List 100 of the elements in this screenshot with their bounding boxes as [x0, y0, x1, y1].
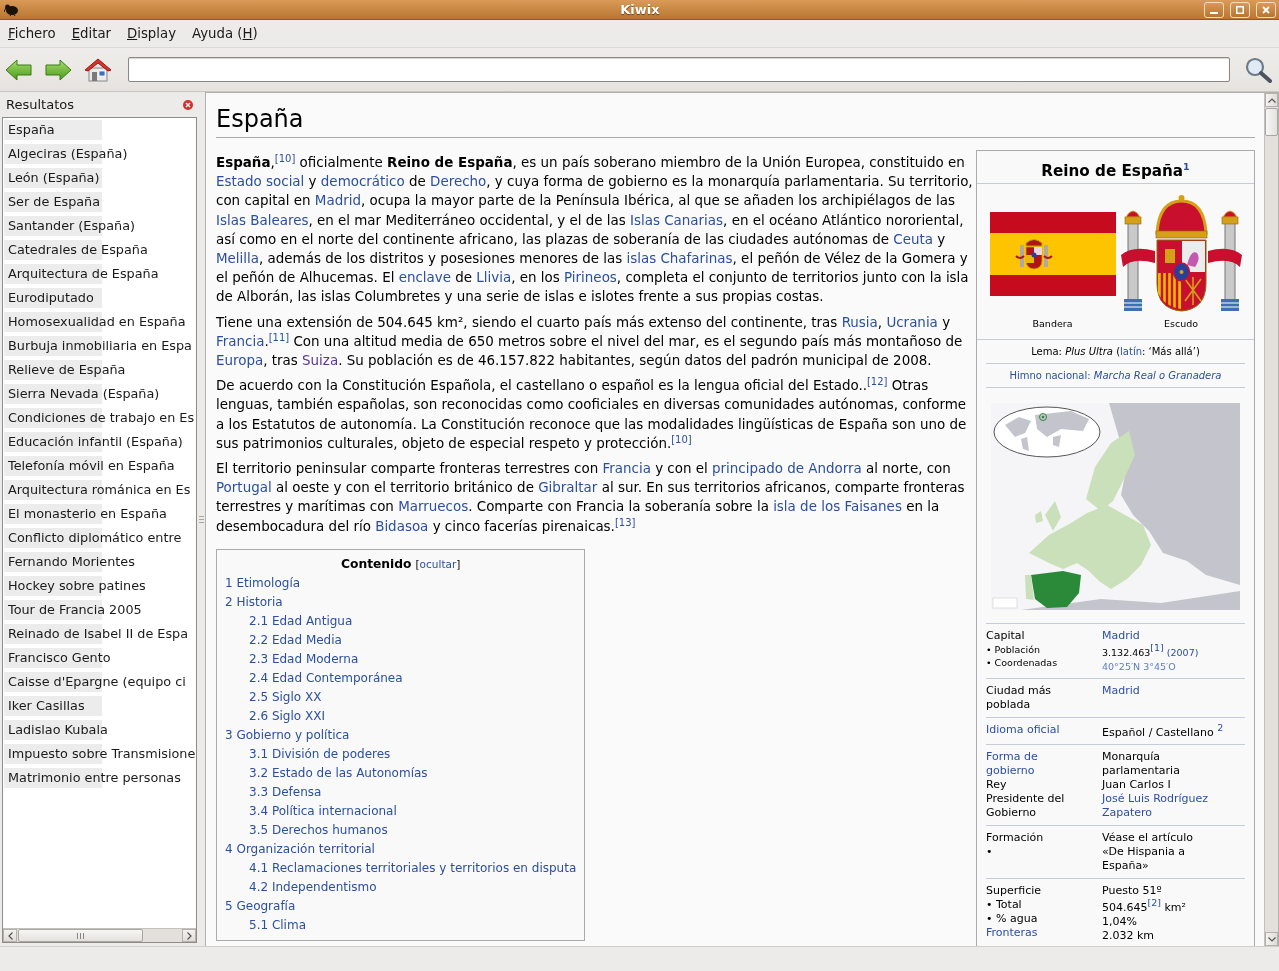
scroll-down-button[interactable] [1265, 932, 1278, 946]
toc-link[interactable]: 2.6 Siglo XXI [249, 706, 325, 726]
reference-link[interactable]: [2] [1147, 897, 1161, 909]
result-item[interactable]: Condiciones de trabajo en Es [3, 406, 196, 430]
infobox-value: Puesto 51º [1102, 884, 1163, 899]
toc-title: Contenido [ocultar] [339, 555, 462, 573]
hide-link[interactable]: ocultar [419, 557, 457, 570]
article-link[interactable]: Rusia [841, 314, 878, 330]
scroll-left-button[interactable] [3, 929, 17, 942]
article-link[interactable]: Madrid [314, 193, 361, 209]
infobox-link[interactable]: Forma de gobierno [986, 750, 1086, 779]
menu-item[interactable]: Ayuda (H) [184, 21, 266, 46]
article-link[interactable]: Pirineos [564, 270, 617, 286]
infobox-link[interactable]: (2007) [1166, 646, 1199, 658]
article-link[interactable]: Francia [216, 333, 265, 349]
article-link[interactable]: Portugal [216, 480, 272, 496]
chevron-right-icon [186, 931, 192, 940]
toc-link[interactable]: 4.1 Reclamaciones territoriales y territorios en disputa [249, 858, 577, 878]
toc-link[interactable]: 4.2 Independentismo [249, 877, 377, 897]
window-title: Kiwix [620, 0, 660, 19]
scrollbar-thumb[interactable] [18, 929, 143, 942]
reference-link[interactable]: [10] [274, 152, 296, 164]
close-button[interactable] [1256, 1, 1276, 18]
motto-text: Lema: Plus Ultra (latín: ‘Más allá’) [986, 340, 1245, 364]
arrow-left-icon [4, 58, 32, 81]
toc-link[interactable]: 3.5 Derechos humanos [249, 820, 388, 840]
toc-link[interactable]: 3.1 División de poderes [249, 744, 391, 764]
close-icon[interactable] [183, 99, 193, 110]
toc-link[interactable]: 1 Etimología [225, 573, 301, 593]
infobox-link[interactable]: Idioma oficial [986, 722, 1060, 737]
article-link[interactable]: isla de los Faisanes [773, 499, 902, 515]
article-title: España [216, 105, 1255, 138]
article-link[interactable]: Llivia [476, 270, 512, 286]
minimize-button[interactable] [1204, 1, 1224, 18]
article-link[interactable]: Derecho [430, 174, 487, 190]
article-link[interactable]: Estado social [216, 174, 305, 190]
reference-link[interactable]: [12] [866, 375, 888, 387]
reference-link[interactable]: [10] [671, 433, 692, 445]
toc-link[interactable]: 2.3 Edad Moderna [249, 649, 359, 669]
article-link[interactable]: Francia [602, 461, 651, 477]
scroll-up-button[interactable] [1265, 93, 1278, 107]
article-link[interactable]: Islas [216, 212, 246, 228]
panel-title: Resultatos [6, 97, 74, 112]
chevron-left-icon [7, 931, 13, 940]
infobox-label: Ciudad más poblada [986, 683, 1053, 712]
scrollbar-thumb[interactable] [1265, 108, 1278, 136]
infobox-link[interactable]: Madrid [1102, 629, 1140, 643]
article-link[interactable]: Bidasoa [375, 518, 429, 534]
infobox-label: Capital [986, 629, 1026, 643]
toc-link[interactable]: 5.1 Clima [249, 915, 306, 935]
article-link[interactable]: Europa [216, 353, 264, 369]
infobox-label: Formación [986, 831, 1045, 846]
article-paragraph: Tiene una extensión de 504.645 km², siendo el cuarto país más extenso del continente, tras Rusia, Ucrania y Francia.$^{[11]}$ Con una altitud media de 650 metros sobre el nivel del mar, es el segundo país más montañoso de Europa, tras Suiza. Su población es de 46.157.822 habitantes, según datos del padrón municipal de 2008. [216, 313, 964, 371]
article-link[interactable]: Ceuta [893, 231, 933, 247]
infobox-link[interactable]: latín [1120, 346, 1142, 357]
toc-link[interactable]: 3 Gobierno y política [225, 725, 350, 745]
article-link[interactable]: Gibraltar [538, 480, 598, 496]
article-link[interactable]: enclave [398, 270, 451, 286]
article-link[interactable]: Baleares [250, 212, 309, 228]
maximize-icon [1236, 5, 1244, 14]
reference-link[interactable]: 2 [1217, 721, 1224, 733]
toc-link[interactable]: 2.2 Edad Media [249, 630, 342, 650]
infobox-link[interactable]: José Luis Rodríguez Zapatero [1102, 792, 1216, 821]
address-field[interactable] [128, 57, 1230, 82]
article-link[interactable]: islas Chafarinas [626, 251, 733, 266]
article-link[interactable]: Ucrania [886, 314, 938, 330]
toc-link[interactable]: 2.4 Edad Contemporánea [249, 668, 403, 688]
scroll-right-button[interactable] [182, 929, 196, 942]
infobox-value: 504.645$^{[2]}$ km² [1102, 898, 1187, 915]
grip-icon[interactable] [198, 515, 204, 523]
article-link[interactable]: Melilla [216, 251, 260, 266]
visited-link[interactable]: Suiza [302, 353, 339, 369]
toc-link[interactable]: 3.4 Política internacional [249, 801, 397, 821]
menu-item[interactable]: Fichero [0, 21, 64, 46]
toc-link[interactable]: 2 Historia [225, 592, 283, 612]
reference-link[interactable]: [13] [614, 516, 636, 528]
reference-link[interactable]: [11] [268, 331, 290, 343]
reference-link[interactable]: 1 [1183, 160, 1190, 172]
maximize-button[interactable] [1230, 1, 1250, 18]
toc-link[interactable]: 3.3 Defensa [249, 782, 322, 802]
infobox-label: • Población [986, 643, 1041, 656]
menu-item[interactable]: Display [119, 21, 185, 46]
result-item[interactable]: Impuesto sobre Transmisione [3, 742, 196, 766]
home-icon [84, 57, 112, 82]
infobox-value: 2.032 km [1102, 928, 1156, 943]
toc-link[interactable]: 2.1 Edad Antigua [249, 611, 353, 631]
infobox-link[interactable]: Fronteras [986, 926, 1038, 941]
anthem-link[interactable]: Himno nacional: Marcha Real o Granadera [1009, 370, 1222, 381]
toc-link[interactable]: 2.5 Siglo XX [249, 687, 322, 707]
toc-link[interactable]: 5 Geografía [225, 896, 296, 916]
coordinates-link[interactable]: 40°25′N 3°45′O [1102, 660, 1176, 672]
article-link[interactable]: democrático [320, 174, 405, 190]
infobox-value: 1,04% [1102, 914, 1138, 929]
toc-link[interactable]: 4 Organización territorial [225, 839, 375, 859]
reference-link[interactable]: [1] [1150, 642, 1164, 653]
article-link[interactable]: principado de Andorra [712, 461, 862, 477]
infobox-link[interactable]: Madrid [1102, 683, 1140, 698]
infobox-label: • Total [986, 898, 1023, 913]
toc-link[interactable]: 3.2 Estado de las Autonomías [249, 763, 428, 783]
menu-item[interactable]: Editar [63, 21, 119, 46]
